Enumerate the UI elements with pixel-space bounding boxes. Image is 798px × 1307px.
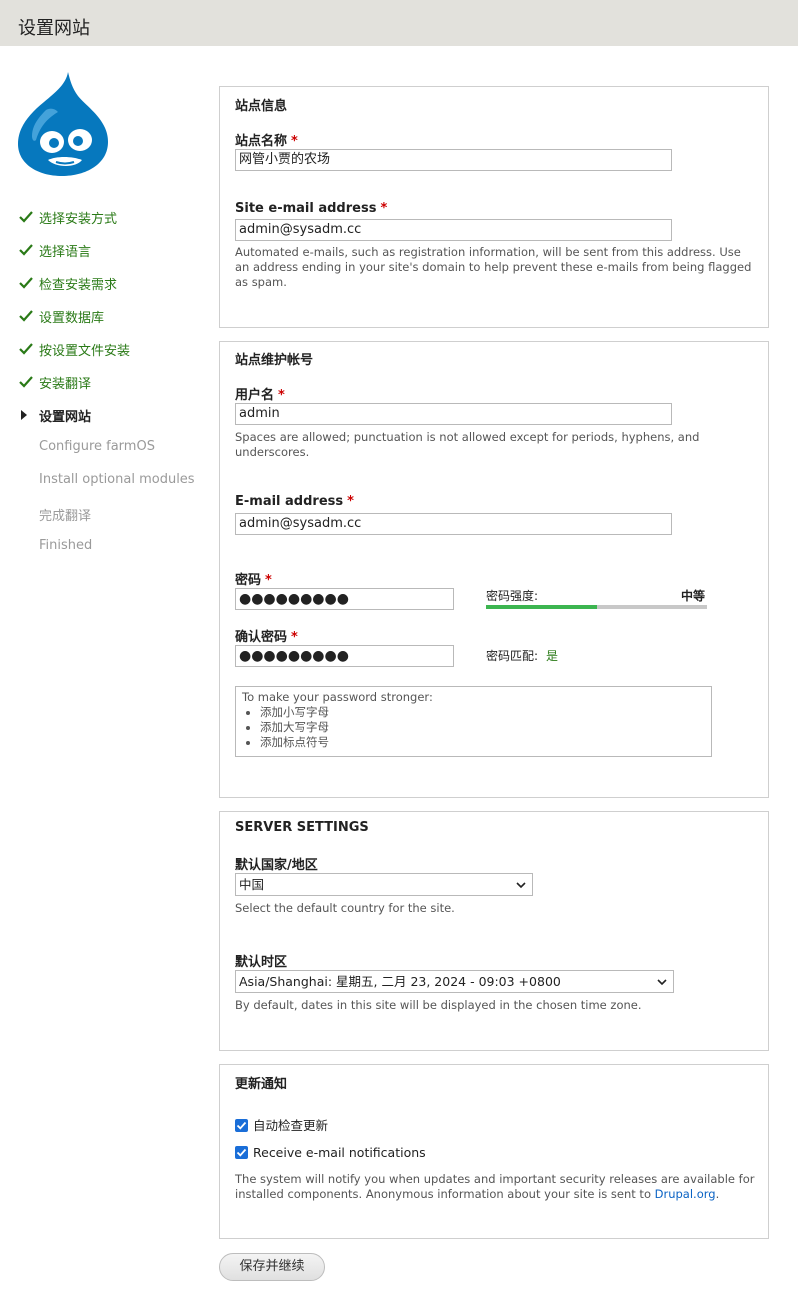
page-header: 设置网站 — [0, 0, 798, 46]
step-item-current: 设置网站 — [18, 404, 203, 437]
password-match: 密码匹配: 是 — [486, 649, 559, 663]
drupal-drop-icon — [16, 70, 110, 178]
step-label: Install optional modules — [39, 472, 195, 487]
auto-check-updates-label: 自动检查更新 — [253, 1118, 329, 1133]
account-legend: 站点维护帐号 — [235, 353, 314, 368]
checkbox-checked-icon[interactable] — [235, 1146, 248, 1159]
current-step-arrow-icon — [21, 410, 27, 420]
required-marker: * — [278, 388, 285, 403]
required-marker: * — [265, 573, 272, 588]
step-label: Finished — [39, 538, 93, 553]
password-hints-list: 添加小写字母 添加大写字母 添加标点符号 — [242, 705, 705, 750]
password-hints-box: To make your password stronger: 添加小写字母 添… — [235, 686, 712, 757]
chevron-down-icon — [516, 878, 526, 889]
site-info-fieldset: 站点信息 站点名称 * 网管小贾的农场 Site e-mail address * … — [219, 86, 769, 328]
install-steps: 选择安装方式 选择语言 检查安装需求 设置数据库 按设置文件安装 安装翻译 设置… — [18, 206, 203, 569]
confirm-password-input[interactable]: ●●●●●●●●● — [235, 645, 454, 667]
password-hint: 添加小写字母 — [260, 705, 705, 720]
required-marker: * — [380, 201, 388, 216]
step-label: 选择安装方式 — [39, 212, 118, 227]
step-item: 按设置文件安装 — [18, 338, 203, 371]
password-match-value: 是 — [546, 649, 559, 663]
email-notifications-checkbox[interactable]: Receive e-mail notifications — [235, 1145, 426, 1160]
update-notifications-legend: 更新通知 — [235, 1077, 288, 1092]
step-label: 安装翻译 — [39, 377, 92, 392]
password-strength-label: 密码强度: — [486, 589, 539, 603]
site-name-label: 站点名称 * — [235, 134, 298, 149]
password-hint: 添加大写字母 — [260, 720, 705, 735]
step-label: 设置数据库 — [39, 311, 105, 326]
account-email-input[interactable]: admin@sysadm.cc — [235, 513, 672, 535]
step-item: 选择安装方式 — [18, 206, 203, 239]
site-name-input[interactable]: 网管小贾的农场 — [235, 149, 672, 171]
check-icon — [18, 374, 34, 390]
required-marker: * — [291, 630, 298, 645]
step-item: Configure farmOS — [18, 437, 203, 470]
step-label: 完成翻译 — [39, 509, 92, 524]
check-icon — [18, 341, 34, 357]
step-item: Install optional modules — [18, 470, 203, 503]
country-select[interactable]: 中国 — [235, 873, 533, 896]
email-notifications-label: Receive e-mail notifications — [253, 1145, 426, 1160]
step-item: 选择语言 — [18, 239, 203, 272]
step-label: 选择语言 — [39, 245, 92, 260]
password-label: 密码 * — [235, 573, 272, 588]
country-label: 默认国家/地区 — [235, 858, 318, 873]
auto-check-updates-checkbox[interactable]: 自动检查更新 — [235, 1115, 328, 1134]
chevron-down-icon — [657, 975, 667, 986]
step-label: 检查安装需求 — [39, 278, 118, 293]
required-marker: * — [291, 134, 298, 149]
password-strength-value: 中等 — [681, 589, 706, 603]
required-marker: * — [347, 494, 354, 509]
step-item: 完成翻译 — [18, 503, 203, 536]
update-notifications-description: The system will notify you when updates … — [235, 1172, 755, 1201]
password-strength-fill — [486, 605, 597, 609]
checkbox-checked-icon[interactable] — [235, 1119, 248, 1132]
check-icon — [18, 242, 34, 258]
step-label: 按设置文件安装 — [39, 344, 131, 359]
site-email-description: Automated e-mails, such as registration … — [235, 245, 752, 289]
site-email-label: Site e-mail address * — [235, 201, 388, 216]
timezone-select[interactable]: Asia/Shanghai: 星期五, 二月 23, 2024 - 09:03 … — [235, 970, 674, 993]
username-description: Spaces are allowed; punctuation is not a… — [235, 430, 700, 459]
confirm-password-label: 确认密码 * — [235, 630, 298, 645]
check-icon — [18, 308, 34, 324]
password-strength-bar — [486, 605, 707, 609]
timezone-description: By default, dates in this site will be d… — [235, 998, 642, 1012]
timezone-select-value: Asia/Shanghai: 星期五, 二月 23, 2024 - 09:03 … — [239, 974, 561, 989]
username-input[interactable]: admin — [235, 403, 672, 425]
server-settings-fieldset: SERVER SETTINGS 默认国家/地区 中国 Select the de… — [219, 811, 769, 1051]
check-icon — [18, 209, 34, 225]
step-label: 设置网站 — [39, 410, 92, 425]
password-hint: 添加标点符号 — [260, 735, 705, 750]
account-fieldset: 站点维护帐号 用户名 * admin Spaces are allowed; pu… — [219, 341, 769, 798]
country-select-value: 中国 — [239, 877, 265, 892]
password-input[interactable]: ●●●●●●●●● — [235, 588, 454, 610]
account-email-label: E-mail address * — [235, 494, 354, 509]
step-item: 安装翻译 — [18, 371, 203, 404]
update-notifications-fieldset: 更新通知 自动检查更新 Receive e-mail notifications… — [219, 1064, 769, 1239]
page-title: 设置网站 — [18, 18, 90, 39]
username-label: 用户名 * — [235, 388, 285, 403]
drupal-org-link[interactable]: Drupal.org — [655, 1187, 716, 1201]
step-item: 设置数据库 — [18, 305, 203, 338]
server-settings-legend: SERVER SETTINGS — [235, 820, 369, 835]
step-label: Configure farmOS — [39, 439, 155, 454]
site-email-input[interactable]: admin@sysadm.cc — [235, 219, 672, 241]
country-description: Select the default country for the site. — [235, 901, 455, 915]
save-and-continue-button[interactable]: 保存并继续 — [219, 1253, 325, 1281]
timezone-label: 默认时区 — [235, 955, 288, 970]
step-item: 检查安装需求 — [18, 272, 203, 305]
check-icon — [18, 275, 34, 291]
step-item: Finished — [18, 536, 203, 569]
password-hints-title: To make your password stronger: — [242, 690, 433, 704]
site-info-legend: 站点信息 — [235, 99, 288, 114]
